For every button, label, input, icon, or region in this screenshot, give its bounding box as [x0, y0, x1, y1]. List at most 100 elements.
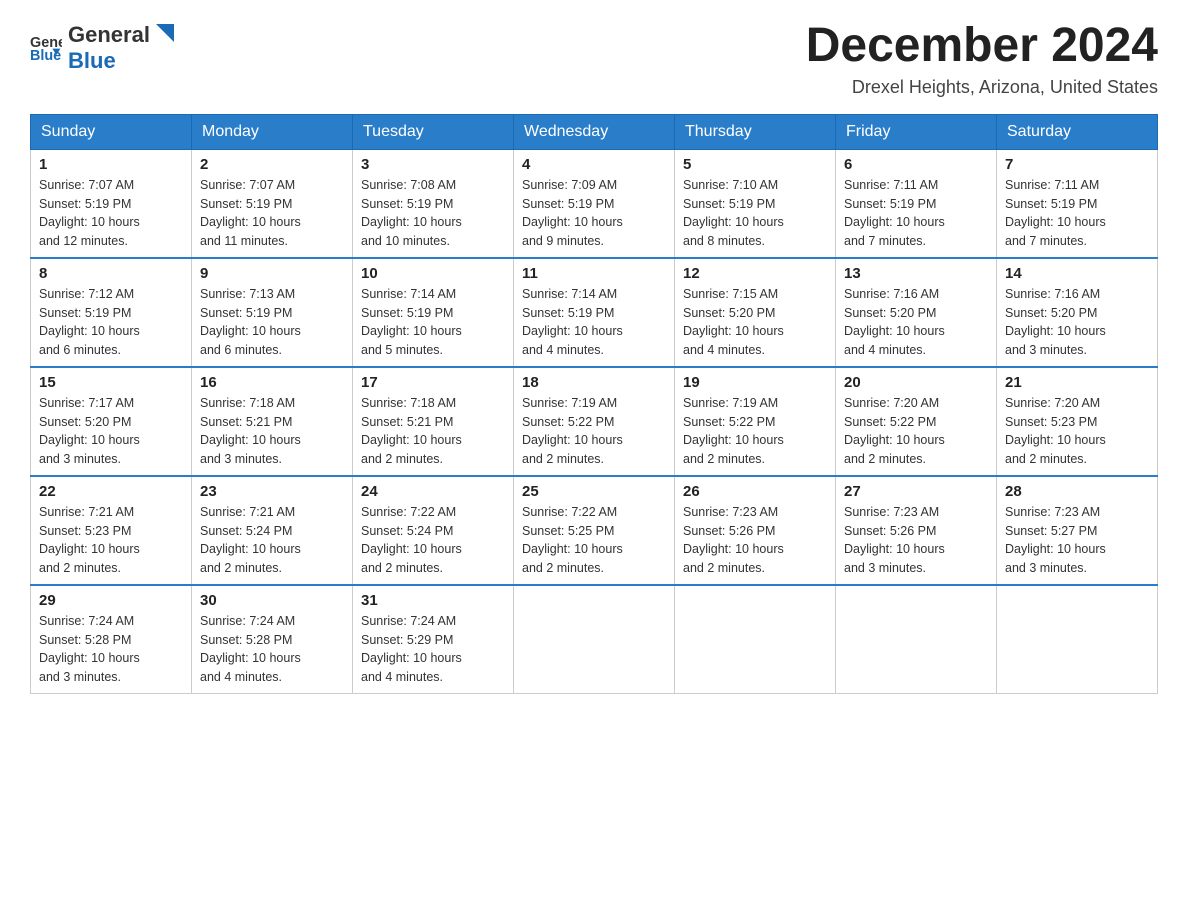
day-number: 5: [683, 156, 827, 173]
logo: General Blue General Blue: [30, 20, 176, 74]
calendar-day-cell: 1 Sunrise: 7:07 AMSunset: 5:19 PMDaylight…: [31, 149, 192, 258]
day-info: Sunrise: 7:24 AMSunset: 5:28 PMDaylight:…: [200, 612, 344, 687]
day-number: 30: [200, 592, 344, 609]
day-info: Sunrise: 7:19 AMSunset: 5:22 PMDaylight:…: [683, 394, 827, 469]
calendar-table: SundayMondayTuesdayWednesdayThursdayFrid…: [30, 114, 1158, 694]
calendar-day-cell: 30 Sunrise: 7:24 AMSunset: 5:28 PMDayligh…: [192, 585, 353, 694]
logo-blue-text: Blue: [68, 48, 116, 73]
day-info: Sunrise: 7:21 AMSunset: 5:24 PMDaylight:…: [200, 503, 344, 578]
day-info: Sunrise: 7:08 AMSunset: 5:19 PMDaylight:…: [361, 176, 505, 251]
day-info: Sunrise: 7:20 AMSunset: 5:22 PMDaylight:…: [844, 394, 988, 469]
day-info: Sunrise: 7:21 AMSunset: 5:23 PMDaylight:…: [39, 503, 183, 578]
day-number: 25: [522, 483, 666, 500]
day-info: Sunrise: 7:09 AMSunset: 5:19 PMDaylight:…: [522, 176, 666, 251]
day-info: Sunrise: 7:22 AMSunset: 5:24 PMDaylight:…: [361, 503, 505, 578]
day-number: 4: [522, 156, 666, 173]
day-number: 13: [844, 265, 988, 282]
day-info: Sunrise: 7:17 AMSunset: 5:20 PMDaylight:…: [39, 394, 183, 469]
logo-general-text: General: [68, 22, 150, 48]
calendar-week-1: 1 Sunrise: 7:07 AMSunset: 5:19 PMDaylight…: [31, 149, 1158, 258]
day-info: Sunrise: 7:23 AMSunset: 5:27 PMDaylight:…: [1005, 503, 1149, 578]
weekday-header-sunday: Sunday: [31, 114, 192, 149]
day-info: Sunrise: 7:16 AMSunset: 5:20 PMDaylight:…: [844, 285, 988, 360]
calendar-day-cell: 10 Sunrise: 7:14 AMSunset: 5:19 PMDayligh…: [353, 258, 514, 367]
day-info: Sunrise: 7:18 AMSunset: 5:21 PMDaylight:…: [200, 394, 344, 469]
calendar-week-5: 29 Sunrise: 7:24 AMSunset: 5:28 PMDayligh…: [31, 585, 1158, 694]
calendar-day-cell: 8Sunrise: 7:12 AMSunset: 5:19 PMDaylight…: [31, 258, 192, 367]
day-number: 31: [361, 592, 505, 609]
day-info: Sunrise: 7:10 AMSunset: 5:19 PMDaylight:…: [683, 176, 827, 251]
calendar-day-cell: 22 Sunrise: 7:21 AMSunset: 5:23 PMDayligh…: [31, 476, 192, 585]
day-info: Sunrise: 7:23 AMSunset: 5:26 PMDaylight:…: [844, 503, 988, 578]
calendar-day-cell: 7Sunrise: 7:11 AMSunset: 5:19 PMDaylight…: [997, 149, 1158, 258]
weekday-header-wednesday: Wednesday: [514, 114, 675, 149]
day-info: Sunrise: 7:11 AMSunset: 5:19 PMDaylight:…: [844, 176, 988, 251]
day-info: Sunrise: 7:07 AMSunset: 5:19 PMDaylight:…: [39, 176, 183, 251]
calendar-day-cell: 20 Sunrise: 7:20 AMSunset: 5:22 PMDayligh…: [836, 367, 997, 476]
day-number: 28: [1005, 483, 1149, 500]
day-info: Sunrise: 7:15 AMSunset: 5:20 PMDaylight:…: [683, 285, 827, 360]
day-number: 1: [39, 156, 183, 173]
calendar-day-cell: 27 Sunrise: 7:23 AMSunset: 5:26 PMDayligh…: [836, 476, 997, 585]
day-info: Sunrise: 7:24 AMSunset: 5:28 PMDaylight:…: [39, 612, 183, 687]
day-number: 2: [200, 156, 344, 173]
logo-triangle-icon: [152, 20, 174, 42]
day-info: Sunrise: 7:07 AMSunset: 5:19 PMDaylight:…: [200, 176, 344, 251]
calendar-day-cell: 12 Sunrise: 7:15 AMSunset: 5:20 PMDayligh…: [675, 258, 836, 367]
calendar-day-cell: 15 Sunrise: 7:17 AMSunset: 5:20 PMDayligh…: [31, 367, 192, 476]
calendar-day-cell: 19 Sunrise: 7:19 AMSunset: 5:22 PMDayligh…: [675, 367, 836, 476]
month-title: December 2024: [806, 20, 1158, 73]
location-subtitle: Drexel Heights, Arizona, United States: [806, 77, 1158, 98]
calendar-day-cell: 5 Sunrise: 7:10 AMSunset: 5:19 PMDaylight…: [675, 149, 836, 258]
calendar-week-4: 22 Sunrise: 7:21 AMSunset: 5:23 PMDayligh…: [31, 476, 1158, 585]
day-info: Sunrise: 7:14 AMSunset: 5:19 PMDaylight:…: [522, 285, 666, 360]
day-info: Sunrise: 7:11 AMSunset: 5:19 PMDaylight:…: [1005, 176, 1149, 251]
calendar-day-cell: 2 Sunrise: 7:07 AMSunset: 5:19 PMDaylight…: [192, 149, 353, 258]
calendar-day-cell: [675, 585, 836, 694]
day-number: 22: [39, 483, 183, 500]
day-number: 12: [683, 265, 827, 282]
calendar-day-cell: 21Sunrise: 7:20 AMSunset: 5:23 PMDayligh…: [997, 367, 1158, 476]
calendar-day-cell: 23 Sunrise: 7:21 AMSunset: 5:24 PMDayligh…: [192, 476, 353, 585]
day-info: Sunrise: 7:24 AMSunset: 5:29 PMDaylight:…: [361, 612, 505, 687]
calendar-day-cell: 14 Sunrise: 7:16 AMSunset: 5:20 PMDayligh…: [997, 258, 1158, 367]
day-number: 20: [844, 374, 988, 391]
day-number: 17: [361, 374, 505, 391]
day-number: 27: [844, 483, 988, 500]
day-number: 10: [361, 265, 505, 282]
day-info: Sunrise: 7:18 AMSunset: 5:21 PMDaylight:…: [361, 394, 505, 469]
day-number: 29: [39, 592, 183, 609]
day-number: 3: [361, 156, 505, 173]
day-info: Sunrise: 7:22 AMSunset: 5:25 PMDaylight:…: [522, 503, 666, 578]
day-info: Sunrise: 7:12 AMSunset: 5:19 PMDaylight:…: [39, 285, 183, 360]
calendar-day-cell: 9Sunrise: 7:13 AMSunset: 5:19 PMDaylight…: [192, 258, 353, 367]
day-number: 14: [1005, 265, 1149, 282]
day-info: Sunrise: 7:20 AMSunset: 5:23 PMDaylight:…: [1005, 394, 1149, 469]
calendar-day-cell: [997, 585, 1158, 694]
weekday-header-row: SundayMondayTuesdayWednesdayThursdayFrid…: [31, 114, 1158, 149]
day-number: 9: [200, 265, 344, 282]
day-number: 11: [522, 265, 666, 282]
weekday-header-saturday: Saturday: [997, 114, 1158, 149]
calendar-day-cell: 11 Sunrise: 7:14 AMSunset: 5:19 PMDayligh…: [514, 258, 675, 367]
day-number: 19: [683, 374, 827, 391]
day-number: 16: [200, 374, 344, 391]
day-info: Sunrise: 7:14 AMSunset: 5:19 PMDaylight:…: [361, 285, 505, 360]
calendar-week-3: 15 Sunrise: 7:17 AMSunset: 5:20 PMDayligh…: [31, 367, 1158, 476]
svg-text:Blue: Blue: [30, 48, 61, 63]
calendar-day-cell: 6Sunrise: 7:11 AMSunset: 5:19 PMDaylight…: [836, 149, 997, 258]
calendar-day-cell: 16 Sunrise: 7:18 AMSunset: 5:21 PMDayligh…: [192, 367, 353, 476]
calendar-day-cell: 31 Sunrise: 7:24 AMSunset: 5:29 PMDayligh…: [353, 585, 514, 694]
calendar-day-cell: 17 Sunrise: 7:18 AMSunset: 5:21 PMDayligh…: [353, 367, 514, 476]
weekday-header-tuesday: Tuesday: [353, 114, 514, 149]
day-info: Sunrise: 7:23 AMSunset: 5:26 PMDaylight:…: [683, 503, 827, 578]
calendar-day-cell: [836, 585, 997, 694]
day-info: Sunrise: 7:16 AMSunset: 5:20 PMDaylight:…: [1005, 285, 1149, 360]
calendar-day-cell: 25 Sunrise: 7:22 AMSunset: 5:25 PMDayligh…: [514, 476, 675, 585]
calendar-day-cell: 3 Sunrise: 7:08 AMSunset: 5:19 PMDaylight…: [353, 149, 514, 258]
logo-icon: General Blue: [30, 31, 62, 63]
day-number: 23: [200, 483, 344, 500]
day-number: 15: [39, 374, 183, 391]
weekday-header-friday: Friday: [836, 114, 997, 149]
calendar-day-cell: 4 Sunrise: 7:09 AMSunset: 5:19 PMDaylight…: [514, 149, 675, 258]
